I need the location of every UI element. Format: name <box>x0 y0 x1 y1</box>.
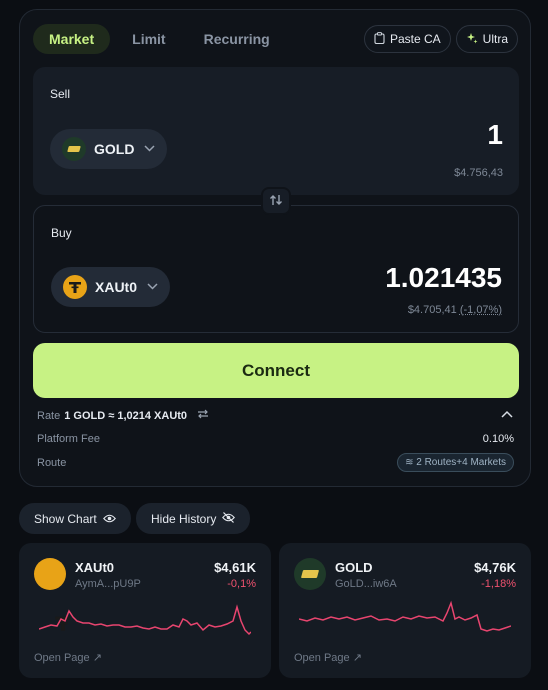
buy-usd-value: $4.705,41 (-1,07%) <box>408 304 502 316</box>
sell-amount-input[interactable]: 1 <box>487 119 503 151</box>
show-chart-button[interactable]: Show Chart <box>19 503 131 534</box>
price-impact: (-1,07%) <box>459 304 502 316</box>
platform-fee-label: Platform Fee <box>37 433 100 445</box>
swap-direction-button[interactable] <box>261 187 291 215</box>
eye-icon <box>102 512 116 526</box>
hide-history-label: Hide History <box>151 511 217 526</box>
sell-usd-value: $4.756,43 <box>454 167 503 179</box>
sell-label: Sell <box>50 87 71 101</box>
clipboard-icon <box>374 31 385 47</box>
ultra-label: Ultra <box>482 32 508 46</box>
token-change: -0,1% <box>227 578 256 590</box>
token-address: GoLD...iw6A <box>335 578 397 590</box>
route-badge[interactable]: ≋ 2 Routes+4 Markets <box>397 453 514 472</box>
buy-token-symbol: XAUt0 <box>95 279 138 295</box>
buy-token-selector[interactable]: XAUt0 <box>51 267 171 307</box>
hide-history-button[interactable]: Hide History <box>136 503 251 534</box>
buy-usd-amount: $4.705,41 <box>407 304 457 316</box>
route-value: 2 Routes+4 Markets <box>416 457 506 468</box>
token-card-xaut0[interactable]: XAUt0 AymA...pU9P $4,61K -0,1% Open Page… <box>19 543 271 678</box>
xaut-token-icon <box>34 558 71 631</box>
buy-card: Buy XAUt0 1.021435 $4.705,41 (-1,07%) <box>33 205 519 333</box>
chevron-down-icon <box>147 281 158 293</box>
route-icon: ≋ <box>405 457 417 468</box>
sparkle-icon <box>466 32 478 47</box>
show-chart-label: Show Chart <box>34 511 97 526</box>
gold-token-icon <box>294 558 326 590</box>
rate-label: Rate <box>37 409 61 422</box>
token-address: AymA...pU9P <box>75 578 141 590</box>
platform-fee-value: 0.10% <box>482 433 514 445</box>
buy-label: Buy <box>51 226 72 240</box>
swap-arrows-icon <box>269 193 283 209</box>
sell-token-symbol: GOLD <box>94 141 135 157</box>
buy-amount: 1.021435 <box>385 262 502 293</box>
xaut-token-icon <box>63 275 87 299</box>
ultra-button[interactable]: Ultra <box>455 25 518 53</box>
open-page-link[interactable]: Open Page ↗ <box>294 651 362 664</box>
gold-token-icon <box>62 137 86 161</box>
route-label: Route <box>37 456 67 469</box>
swap-panel: Market Limit Recurring Paste CA Ultra Se… <box>19 9 531 487</box>
rate-row[interactable]: Rate 1 GOLD ≈ 1,0214 XAUt0 <box>37 409 209 422</box>
tab-recurring[interactable]: Recurring <box>188 24 286 54</box>
eye-off-icon <box>222 511 236 526</box>
token-price: $4,76K <box>474 560 516 575</box>
sell-card: Sell GOLD 1 $4.756,43 <box>33 67 519 195</box>
route-row: Route ≋ 2 Routes+4 Markets <box>37 453 514 472</box>
platform-fee-row: Platform Fee 0.10% <box>37 433 514 445</box>
paste-ca-button[interactable]: Paste CA <box>363 25 451 53</box>
rate-value: 1 GOLD ≈ 1,0214 XAUt0 <box>64 409 188 422</box>
exchange-icon[interactable] <box>197 409 209 422</box>
order-type-tabs: Market Limit Recurring <box>33 24 286 54</box>
sparkline-chart <box>299 600 511 632</box>
connect-button[interactable]: Connect <box>33 343 519 398</box>
token-symbol: XAUt0 <box>75 560 115 575</box>
sparkline-chart <box>39 604 251 636</box>
token-price: $4,61K <box>214 560 256 575</box>
chevron-up-icon[interactable] <box>501 407 513 421</box>
chevron-down-icon <box>144 143 155 155</box>
tab-market[interactable]: Market <box>33 24 111 54</box>
open-page-link[interactable]: Open Page ↗ <box>34 651 102 664</box>
token-symbol: GOLD <box>335 560 373 575</box>
tab-limit[interactable]: Limit <box>116 24 181 54</box>
sell-token-selector[interactable]: GOLD <box>50 129 168 169</box>
token-card-gold[interactable]: GOLD GoLD...iw6A $4,76K -1,18% Open Page… <box>279 543 531 678</box>
token-change: -1,18% <box>481 578 516 590</box>
paste-ca-label: Paste CA <box>389 32 441 46</box>
